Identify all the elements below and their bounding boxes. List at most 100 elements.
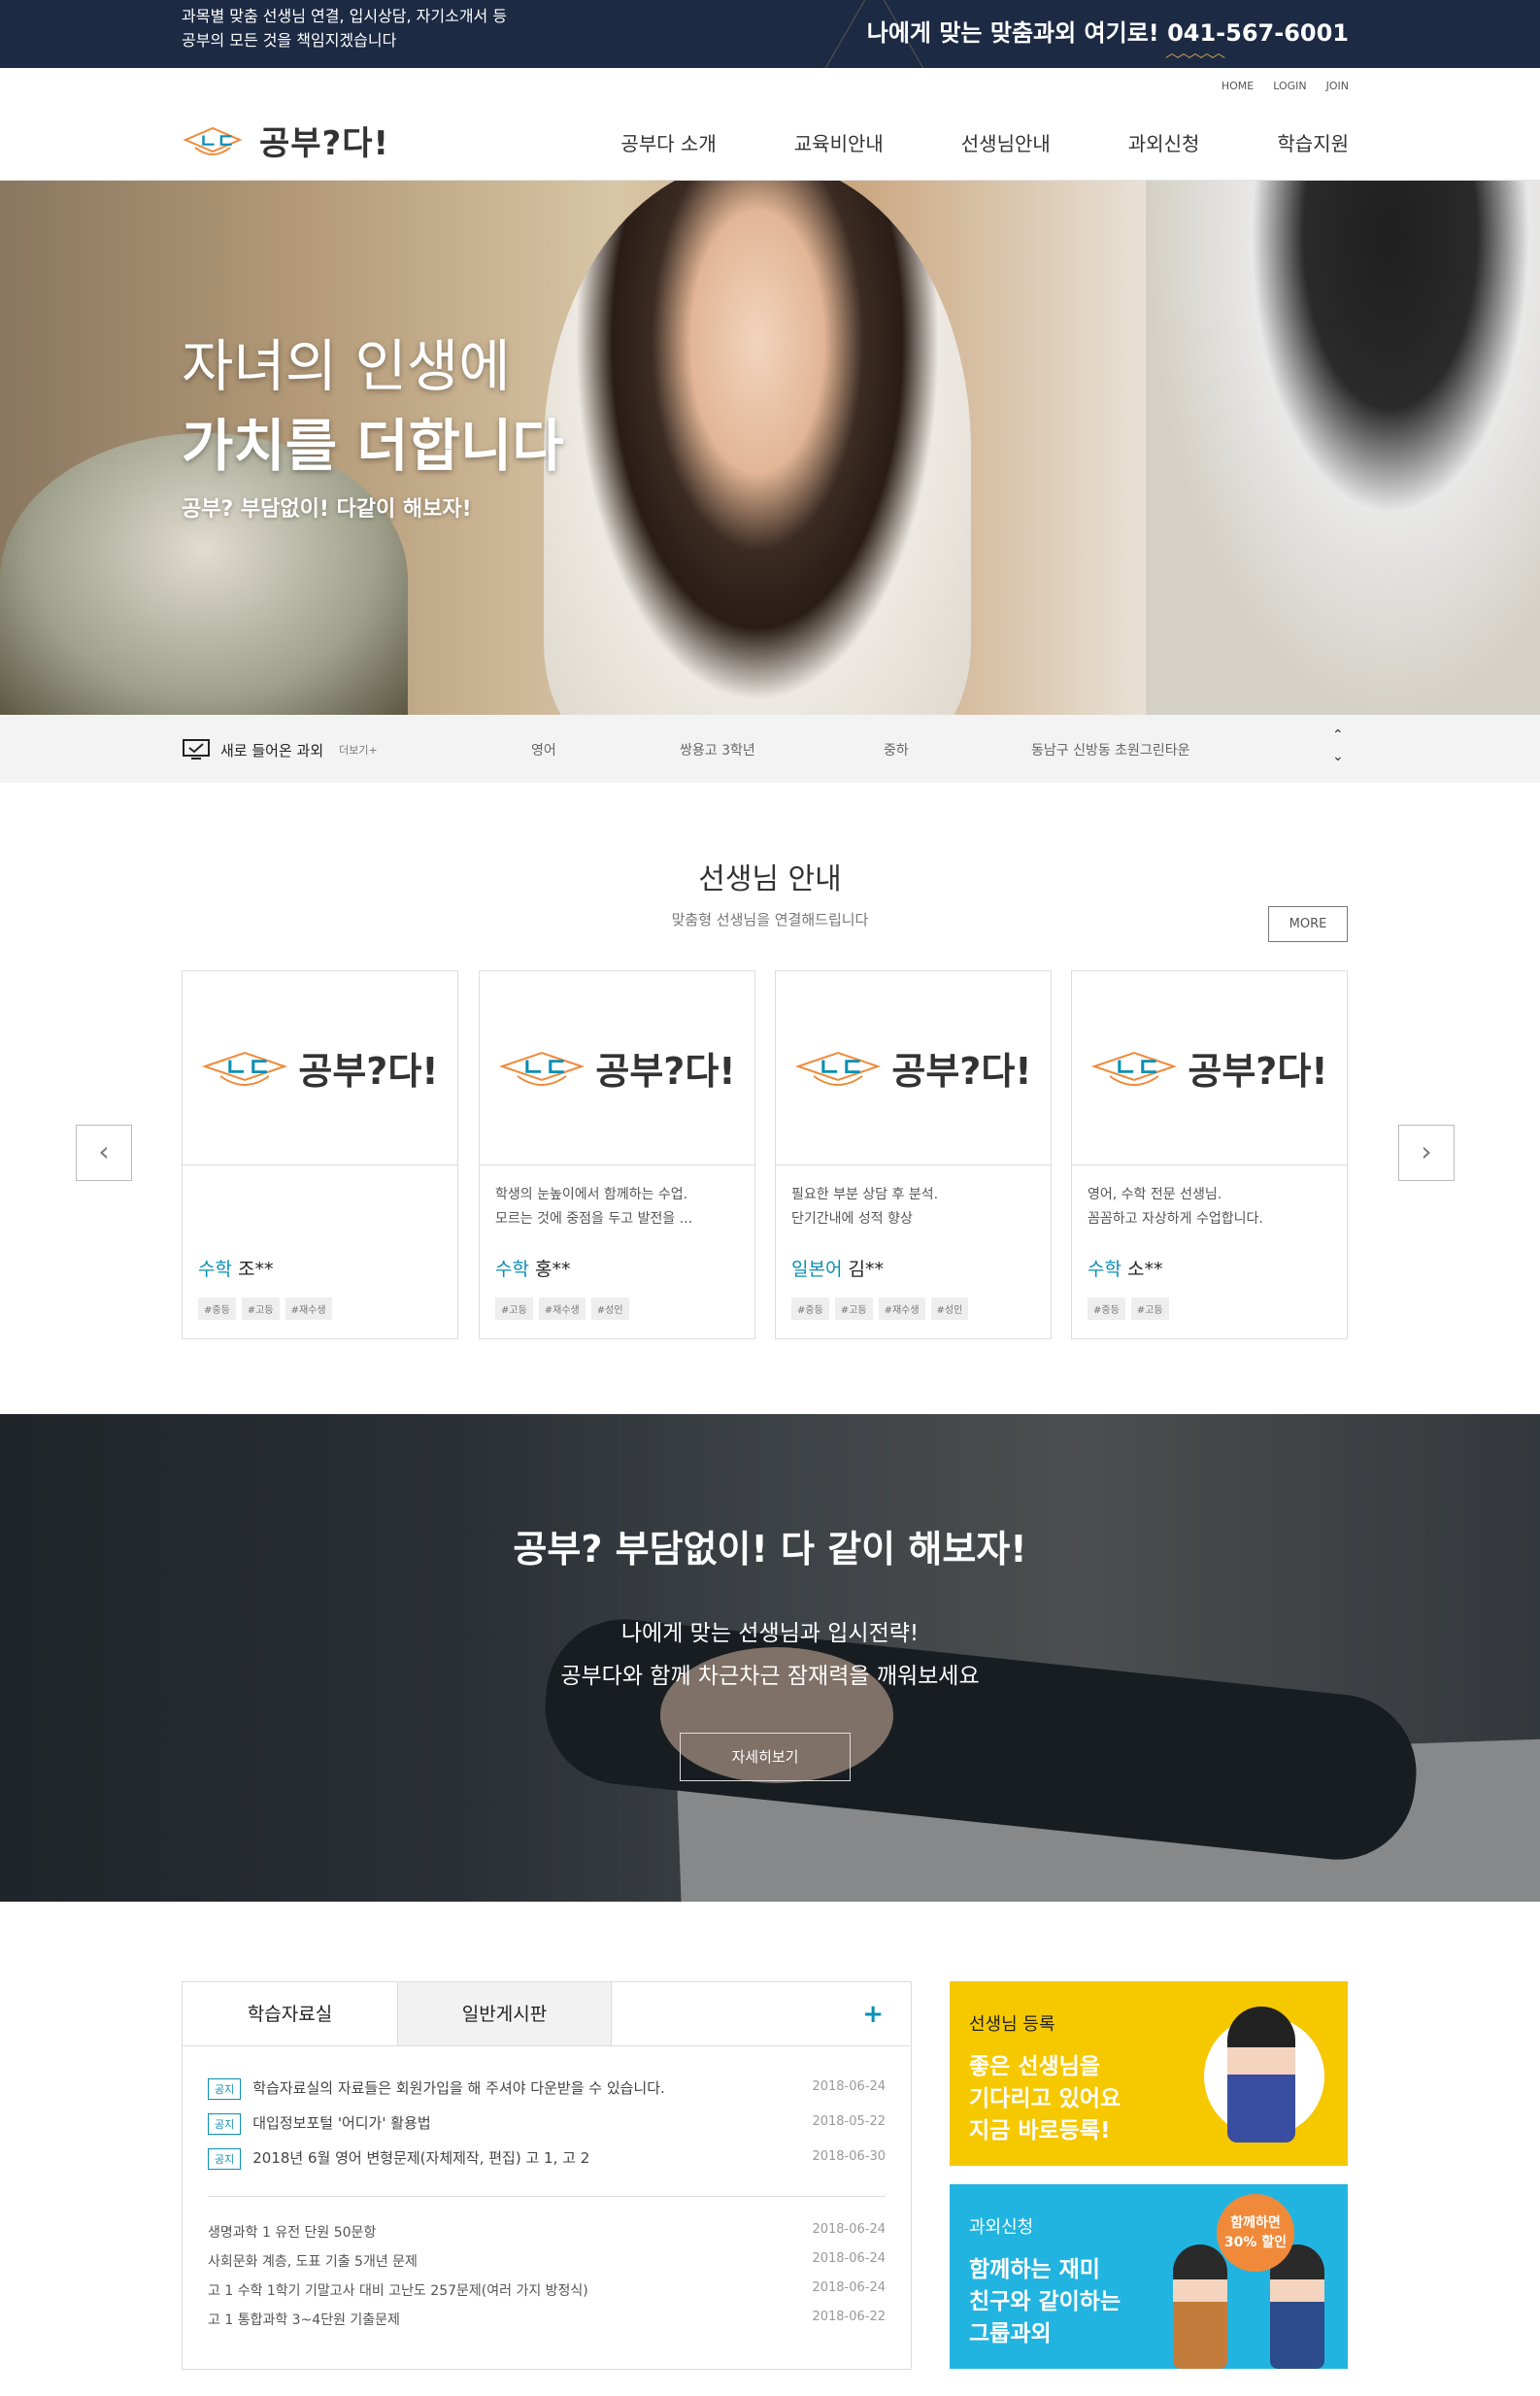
utility-bar: HOME LOGIN JOIN [0,68,1540,103]
badge-line-1: 함께하면 [1230,2215,1281,2231]
top-slogan: 과목별 맞춤 선생님 연결, 입시상담, 자기소개서 등 공부의 모든 것을 책… [182,4,507,52]
zigzag-decor-icon: ︿︿︿︿︿ [1165,46,1225,61]
graduation-cap-icon: ㄴㄷ [499,1051,586,1086]
nav-item-tuition[interactable]: 교육비안내 [794,128,884,156]
ticker-more-link[interactable]: 더보기+ [339,742,378,758]
teacher-name: 소** [1127,1259,1163,1280]
decor-triangle [824,0,866,68]
banner-detail-button[interactable]: 자세히보기 [680,1733,851,1781]
nav-item-about[interactable]: 공부다 소개 [620,128,716,156]
nav-item-support[interactable]: 학습지원 [1277,128,1349,156]
board-more-plus-icon[interactable]: + [612,1982,911,2045]
headline-line-3: 지금 바로등록! [969,2118,1111,2143]
nav-item-teachers[interactable]: 선생님안내 [961,128,1051,156]
teacher-card-thumb: ㄴㄷ 공부?다! [1072,971,1347,1165]
carousel-prev-button[interactable]: ‹ [76,1125,132,1181]
banner-title: 공부? 부담없이! 다 같이 해보자! [513,1528,1027,1570]
teacher-register-banner[interactable]: 선생님 등록 좋은 선생님을 기다리고 있어요 지금 바로등록! [950,1981,1348,2166]
util-join-link[interactable]: JOIN [1326,80,1349,92]
teacher-card[interactable]: ㄴㄷ 공부?다! 필요한 부분 상담 후 분석. 단기간내에 성적 향상 일본어 … [775,970,1052,1339]
site-logo[interactable]: ㄴㄷ 공부?다! [182,117,389,164]
graduation-cap-icon: ㄴㄷ [202,1051,288,1086]
chevron-down-icon[interactable]: ⌄ [1332,746,1344,767]
headline-line-1: 함께하는 재미 [969,2257,1100,2282]
notice-item[interactable]: 공지 2018년 6월 영어 변형문제(자체제작, 편집) 고 1, 고 2 201… [208,2147,886,2182]
ticker-area[interactable]: 동남구 신방동 초원그린타운 [1031,740,1189,759]
teacher-tags: #중등 #고등 [1088,1298,1169,1320]
tab-study-materials[interactable]: 학습자료실 [183,1982,397,2045]
ticker-title: 새로 들어온 과외 [220,741,324,759]
graduation-cap-icon: ㄴㄷ [1091,1051,1178,1086]
teacher-tags: #고등 #재수생 #성인 [495,1298,629,1320]
teacher-more-button[interactable]: MORE [1268,906,1348,942]
hero-subtitle: 공부? 부담없이! 다같이 해보자! [182,497,472,522]
headline-line-2: 친구와 같이하는 [969,2289,1122,2314]
post-title[interactable]: 사회문화 계층, 도표 기출 5개년 문제 [208,2254,418,2270]
ticker-subject[interactable]: 영어 [531,740,556,759]
teacher-card[interactable]: ㄴㄷ 공부?다! 영어, 수학 전문 선생님. 꼼꼼하고 자상하게 수업합니다. … [1071,970,1348,1339]
teacher-card-name: 수학 홍** [495,1255,571,1281]
post-item[interactable]: 생명과학 1 유전 단원 50문항 2018-06-24 [208,2222,886,2251]
teacher-card-desc: 필요한 부분 상담 후 분석. 단기간내에 성적 향상 [791,1183,1039,1232]
card-logo-text: 공부?다! [891,1050,1032,1093]
chevron-up-icon[interactable]: ⌃ [1332,725,1344,746]
util-home-link[interactable]: HOME [1222,80,1254,92]
ticker-level[interactable]: 중하 [884,740,909,759]
desc-line-1: 필요한 부분 상담 후 분석. [791,1187,939,1202]
desc-line-1: 영어, 수학 전문 선생님. [1088,1187,1222,1202]
teacher-card-name: 일본어 김** [791,1255,884,1281]
carousel-next-button[interactable]: › [1398,1125,1455,1181]
notice-title[interactable]: 2018년 6월 영어 변형문제(자체제작, 편집) 고 1, 고 2 [252,2149,589,2167]
discount-badge: 함께하면 30% 할인 [1217,2194,1294,2272]
ticker-label: 새로 들어온 과외 더보기+ [182,738,378,761]
post-title[interactable]: 생명과학 1 유전 단원 50문항 [208,2225,376,2241]
util-login-link[interactable]: LOGIN [1273,80,1306,92]
teacher-subject: 수학 [1088,1259,1122,1280]
tag: #고등 [495,1298,533,1320]
notice-badge: 공지 [208,2078,242,2100]
notice-title[interactable]: 학습자료실의 자료들은 회원가입을 해 주셔야 다운받을 수 있습니다. [252,2079,665,2097]
teacher-card-thumb: ㄴㄷ 공부?다! [183,971,457,1165]
new-lesson-ticker: 새로 들어온 과외 더보기+ 영어 쌍용고 3학년 중하 동남구 신방동 초원그… [0,715,1540,783]
post-title[interactable]: 고 1 통합과학 3~4단원 기출문제 [208,2312,400,2328]
notice-list: 공지 학습자료실의 자료들은 회원가입을 해 주셔야 다운받을 수 있습니다. 20… [183,2046,911,2182]
post-date: 2018-06-22 [812,2310,886,2324]
hero-title-line2: 가치를 더합니다 [182,413,564,479]
post-date: 2018-06-24 [812,2222,886,2237]
teacher-card[interactable]: ㄴㄷ 공부?다! 수학 조** #중등 #고등 #재수생 [182,970,458,1339]
hero-title-line1: 자녀의 인생에 [182,333,511,399]
teacher-section: 선생님 안내 맞춤형 선생님을 연결해드립니다 MORE ‹ › ㄴㄷ 공부?다… [0,783,1540,1414]
teacher-name: 홍** [535,1259,571,1280]
teacher-name: 김** [848,1259,884,1280]
group-lesson-banner[interactable]: 과외신청 함께하는 재미 친구와 같이하는 그룹과외 함께하면 30% 할인 [950,2184,1348,2369]
monitor-icon [183,739,210,759]
tag: #성인 [930,1298,969,1320]
board-tabs: 학습자료실 일반게시판 + [183,1982,911,2046]
nav-item-apply[interactable]: 과외신청 [1128,128,1200,156]
teacher-subject: 일본어 [791,1259,843,1280]
post-title[interactable]: 고 1 수학 1학기 기말고사 대비 고난도 257문제(여러 가지 방정식) [208,2283,588,2299]
banner-category: 선생님 등록 [969,2014,1055,2035]
headline-line-2: 기다리고 있어요 [969,2086,1122,2111]
notice-title[interactable]: 대입정보포털 '어디가' 활용법 [252,2114,430,2132]
hero-title: 자녀의 인생에 가치를 더합니다 [182,326,564,486]
tab-general-board[interactable]: 일반게시판 [397,1982,612,2045]
tag: #고등 [1130,1298,1169,1320]
post-item[interactable]: 사회문화 계층, 도표 기출 5개년 문제 2018-06-24 [208,2251,886,2280]
post-item[interactable]: 고 1 수학 1학기 기말고사 대비 고난도 257문제(여러 가지 방정식) 2… [208,2280,886,2310]
teacher-card[interactable]: ㄴㄷ 공부?다! 학생의 눈높이에서 함께하는 수업. 모르는 것에 중점을 두고… [479,970,755,1339]
board-panel: 학습자료실 일반게시판 + 공지 학습자료실의 자료들은 회원가입을 해 주셔야 … [182,1981,912,2370]
banner-category: 과외신청 [969,2217,1034,2238]
card-logo-text: 공부?다! [595,1050,736,1093]
notice-item[interactable]: 공지 대입정보포털 '어디가' 활용법 2018-05-22 [208,2112,886,2147]
site-header: ㄴㄷ 공부?다! 공부다 소개 교육비안내 선생님안내 과외신청 학습지원 [0,103,1540,181]
notice-item[interactable]: 공지 학습자료실의 자료들은 회원가입을 해 주셔야 다운받을 수 있습니다. 20… [208,2077,886,2112]
desc-line-2: 단기간내에 성적 향상 [791,1211,913,1227]
post-item[interactable]: 고 1 통합과학 3~4단원 기출문제 2018-06-22 [208,2310,886,2339]
banner-headline: 좋은 선생님을 기다리고 있어요 지금 바로등록! [969,2051,1121,2147]
graduation-cap-icon: ㄴㄷ [795,1051,882,1086]
tag: #재수생 [878,1298,925,1320]
top-banner: 과목별 맞춤 선생님 연결, 입시상담, 자기소개서 등 공부의 모든 것을 책… [0,0,1540,68]
desc-line-2: 꼼꼼하고 자상하게 수업합니다. [1088,1211,1263,1227]
ticker-school[interactable]: 쌍용고 3학년 [680,740,755,759]
